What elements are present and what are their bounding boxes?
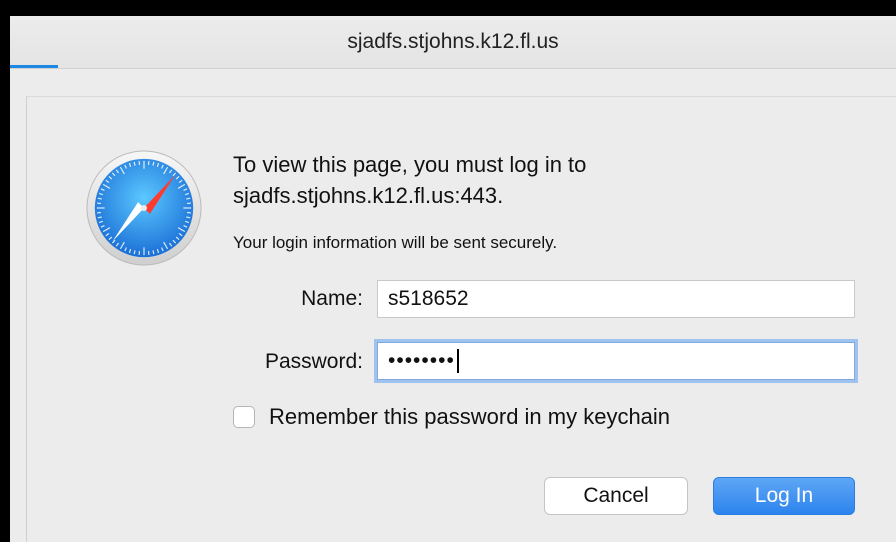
- screen-frame: sjadfs.stjohns.k12.fl.us To view this pa…: [0, 0, 896, 542]
- name-field[interactable]: s518652: [377, 280, 855, 318]
- name-value: s518652: [388, 287, 469, 310]
- login-prompt: To view this page, you must log in to sj…: [233, 149, 833, 211]
- tab-bar: sjadfs.stjohns.k12.fl.us: [10, 16, 896, 69]
- password-field[interactable]: ••••••••: [377, 342, 855, 380]
- remember-checkbox[interactable]: [233, 406, 255, 428]
- text-caret: [456, 349, 459, 374]
- browser-window: sjadfs.stjohns.k12.fl.us To view this pa…: [10, 16, 896, 542]
- name-label: Name:: [301, 287, 363, 310]
- tab-title[interactable]: sjadfs.stjohns.k12.fl.us: [10, 30, 896, 54]
- remember-label[interactable]: Remember this password in my keychain: [269, 404, 670, 430]
- prompt-line-1: To view this page, you must log in to: [233, 152, 587, 177]
- password-value: ••••••••: [388, 349, 455, 372]
- prompt-line-2: sjadfs.stjohns.k12.fl.us:443.: [233, 183, 504, 208]
- tab-indicator: [10, 65, 58, 68]
- login-button[interactable]: Log In: [713, 477, 855, 515]
- login-dialog: To view this page, you must log in to sj…: [26, 96, 896, 542]
- cancel-button[interactable]: Cancel: [544, 477, 688, 515]
- secure-note: Your login information will be sent secu…: [233, 233, 558, 252]
- safari-compass-icon: [86, 150, 202, 266]
- password-label: Password:: [264, 350, 363, 373]
